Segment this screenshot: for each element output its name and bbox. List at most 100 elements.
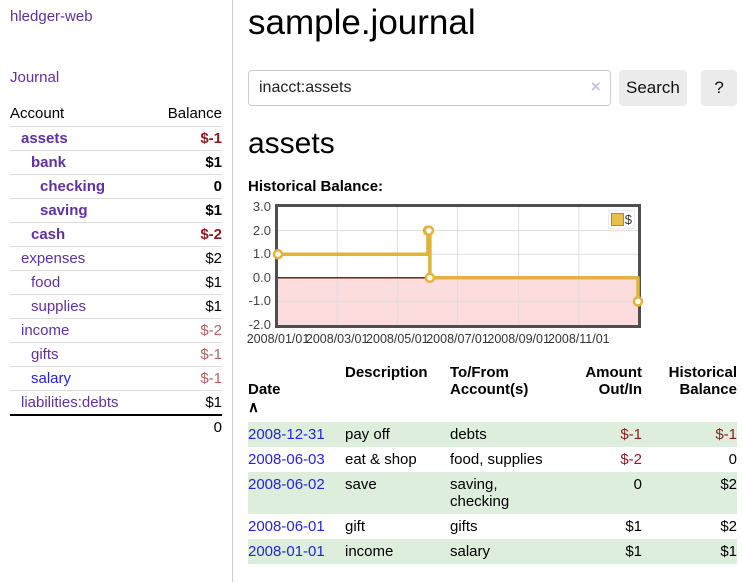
transaction-date-link[interactable]: 2008-06-02 — [248, 476, 325, 493]
transaction-description: eat & shop — [345, 447, 450, 472]
account-balance: $-2 — [200, 322, 222, 339]
sort-ascending-icon: ∧ — [248, 399, 259, 416]
x-axis-tick-label: 2008/01/01 — [246, 332, 310, 346]
accounts-header-balance: Balance — [151, 102, 222, 127]
account-link[interactable]: cash — [31, 226, 65, 243]
page-title: sample.journal — [248, 2, 737, 44]
account-cell: gifts — [10, 343, 151, 367]
historical-balance-chart: 3.02.01.00.0-1.0-2.0 $ 2008/01/012008/03… — [248, 204, 737, 348]
accounts-total-value: 0 — [151, 415, 222, 439]
clear-search-icon[interactable]: × — [591, 77, 601, 97]
transaction-balance: $2 — [642, 472, 737, 514]
account-link[interactable]: checking — [40, 178, 105, 195]
transaction-row: 2008-01-01 income salary $1 $1 — [248, 539, 737, 564]
account-cell: income — [10, 319, 151, 343]
accounts-balance-table: Account Balance assets $-1 bank — [10, 102, 222, 439]
register-table: Date ∧ Description To/From Account(s) Am… — [248, 362, 737, 564]
account-link[interactable]: saving — [40, 202, 88, 219]
y-axis-tick-label: -2.0 — [248, 318, 271, 332]
search-button[interactable]: Search — [619, 70, 687, 106]
transaction-description: pay off — [345, 422, 450, 447]
transaction-amount: $-2 — [562, 447, 642, 472]
search-bar: × Search ? — [248, 70, 737, 106]
transaction-date-link[interactable]: 2008-06-03 — [248, 451, 325, 468]
transaction-date-cell: 2008-06-02 — [248, 472, 345, 514]
help-button[interactable]: ? — [701, 70, 737, 106]
date-header-label: Date — [248, 381, 281, 398]
transaction-description: gift — [345, 514, 450, 539]
transaction-date-cell: 2008-12-31 — [248, 422, 345, 447]
transaction-row: 2008-06-02 save saving, checking 0 $2 — [248, 472, 737, 514]
account-link[interactable]: supplies — [31, 298, 86, 315]
account-balance: $-2 — [200, 226, 222, 243]
amount-value: $1 — [625, 518, 642, 535]
account-row: assets $-1 — [10, 127, 222, 151]
account-row: cash $-2 — [10, 223, 222, 247]
account-balance: 0 — [214, 178, 222, 195]
transaction-date-cell: 2008-06-03 — [248, 447, 345, 472]
account-row: food $1 — [10, 271, 222, 295]
register-header-row: Date ∧ Description To/From Account(s) Am… — [248, 362, 737, 422]
chart-plot-area: $ — [275, 204, 641, 328]
transaction-date-link[interactable]: 2008-12-31 — [248, 426, 325, 443]
x-axis-tick-label: 2008/11/01 — [547, 332, 611, 346]
account-row: gifts $-1 — [10, 343, 222, 367]
amount-value: 0 — [634, 476, 642, 493]
y-axis-tick-label: 2.0 — [248, 224, 271, 238]
transaction-balance: $2 — [642, 514, 737, 539]
account-cell: assets — [10, 127, 151, 151]
legend-swatch-icon — [611, 213, 624, 226]
app-brand-link[interactable]: hledger-web — [10, 8, 232, 25]
main-content: sample.journal × Search ? assets Histori… — [248, 0, 737, 564]
account-row: bank $1 — [10, 151, 222, 175]
balance-line-chart — [278, 207, 638, 325]
account-balance-cell: $1 — [151, 391, 222, 416]
account-link[interactable]: liabilities:debts — [21, 394, 119, 411]
x-axis-tick-label: 2008/03/01 — [305, 332, 369, 346]
account-link[interactable]: expenses — [21, 250, 85, 267]
y-axis-tick-label: -1.0 — [248, 294, 271, 308]
data-point-marker — [634, 297, 642, 305]
search-box: × — [248, 70, 611, 106]
transaction-accounts: debts — [450, 422, 562, 447]
x-axis-labels: 2008/01/012008/03/012008/05/012008/07/01… — [278, 332, 638, 348]
account-heading: assets — [248, 126, 737, 162]
transaction-row: 2008-12-31 pay off debts $-1 $-1 — [248, 422, 737, 447]
transaction-date-link[interactable]: 2008-01-01 — [248, 543, 325, 560]
account-row: liabilities:debts $1 — [10, 391, 222, 416]
register-header-date[interactable]: Date ∧ — [248, 362, 345, 422]
chart-title: Historical Balance: — [248, 178, 737, 195]
transaction-accounts: gifts — [450, 514, 562, 539]
amount-value: $1 — [625, 543, 642, 560]
account-link[interactable]: bank — [31, 154, 66, 171]
balance-value: 0 — [729, 451, 737, 468]
sidebar-item-journal[interactable]: Journal — [10, 69, 232, 86]
amount-value: $-1 — [620, 426, 642, 443]
account-balance: $-1 — [200, 370, 222, 387]
transaction-row: 2008-06-01 gift gifts $1 $2 — [248, 514, 737, 539]
transaction-row: 2008-06-03 eat & shop food, supplies $-2… — [248, 447, 737, 472]
account-balance-cell: $-2 — [151, 319, 222, 343]
account-link[interactable]: food — [31, 274, 60, 291]
x-axis-tick-label: 2008/09/01 — [487, 332, 551, 346]
account-balance-cell: $-1 — [151, 367, 222, 391]
account-link[interactable]: gifts — [31, 346, 59, 363]
balance-value: $1 — [720, 543, 737, 560]
account-row: supplies $1 — [10, 295, 222, 319]
transaction-balance: $1 — [642, 539, 737, 564]
transaction-description: save — [345, 472, 450, 514]
transaction-accounts: food, supplies — [450, 447, 562, 472]
account-balance-cell: $-2 — [151, 223, 222, 247]
account-link[interactable]: salary — [31, 370, 71, 387]
account-balance: $2 — [205, 250, 222, 267]
balance-value: $2 — [720, 518, 737, 535]
transaction-balance: 0 — [642, 447, 737, 472]
x-axis-tick-label: 2008/07/01 — [426, 332, 490, 346]
transaction-date-link[interactable]: 2008-06-01 — [248, 518, 325, 535]
account-cell: salary — [10, 367, 151, 391]
account-link[interactable]: income — [21, 322, 69, 339]
account-link[interactable]: assets — [21, 130, 68, 147]
search-input[interactable] — [248, 70, 611, 106]
account-cell: expenses — [10, 247, 151, 271]
account-cell: cash — [10, 223, 151, 247]
